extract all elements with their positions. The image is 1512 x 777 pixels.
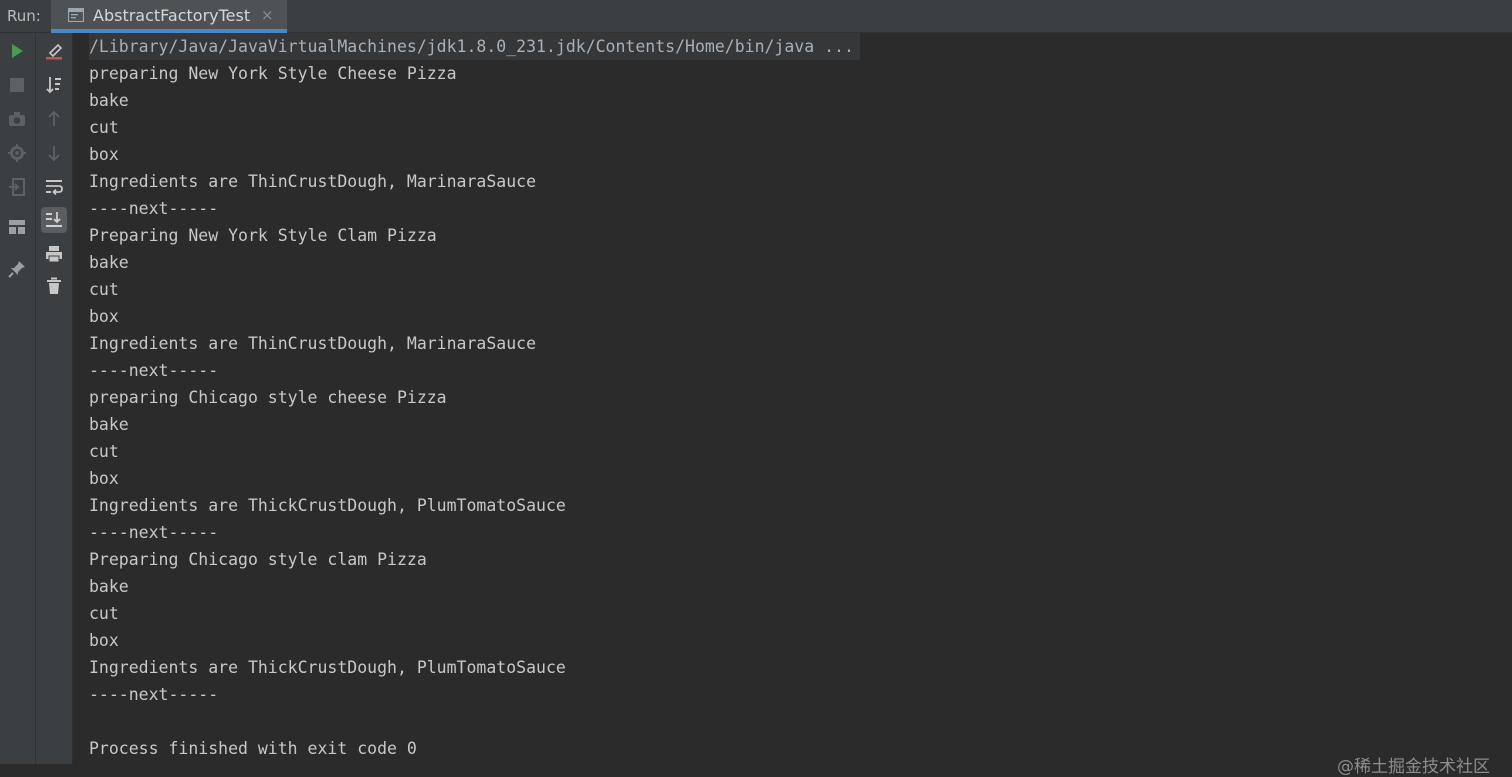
console-line: Ingredients are ThickCrustDough, PlumTom… — [89, 496, 566, 515]
sort-icon — [46, 77, 61, 94]
clear-all-button[interactable] — [41, 38, 67, 64]
delete-button[interactable] — [41, 273, 67, 299]
console-line: bake — [89, 253, 129, 272]
stop-icon — [10, 78, 24, 92]
stop-button[interactable] — [4, 72, 30, 98]
tab-title: AbstractFactoryTest — [93, 6, 251, 25]
print-icon — [46, 246, 62, 263]
close-icon[interactable]: × — [261, 6, 274, 24]
next-occurrence-button[interactable] — [41, 140, 67, 166]
exit-button[interactable] — [4, 174, 30, 200]
run-icon — [12, 44, 23, 58]
console-output[interactable]: /Library/Java/JavaVirtualMachines/jdk1.8… — [73, 33, 1512, 777]
soft-wrap-icon — [46, 180, 63, 195]
command-line: /Library/Java/JavaVirtualMachines/jdk1.8… — [89, 33, 860, 60]
clear-icon — [46, 43, 63, 60]
console-line: cut — [89, 118, 119, 137]
settings-icon — [8, 144, 26, 162]
console-line: box — [89, 145, 119, 164]
console-line: Preparing New York Style Clam Pizza — [89, 226, 437, 245]
dump-threads-button[interactable] — [4, 106, 30, 132]
print-button[interactable] — [41, 241, 67, 267]
console-line: Preparing Chicago style clam Pizza — [89, 550, 427, 569]
console-line: bake — [89, 415, 129, 434]
console-line: Ingredients are ThinCrustDough, Marinara… — [89, 334, 537, 353]
console-line: Process finished with exit code 0 — [89, 739, 417, 758]
console-line: bake — [89, 577, 129, 596]
soft-wrap-button[interactable] — [41, 174, 67, 200]
console-line: ----next----- — [89, 685, 219, 704]
watermark: @稀土掘金技术社区 — [1337, 757, 1490, 777]
pin-icon — [8, 261, 25, 278]
run-button[interactable] — [4, 38, 30, 64]
console-line: cut — [89, 442, 119, 461]
camera-icon — [9, 112, 25, 126]
console-line: preparing New York Style Cheese Pizza — [89, 64, 457, 83]
console-toolbar — [36, 33, 73, 764]
console-line: bake — [89, 91, 129, 110]
sort-button[interactable] — [41, 72, 67, 98]
console-line: ----next----- — [89, 361, 219, 380]
console-line: cut — [89, 604, 119, 623]
console-line: box — [89, 307, 119, 326]
console-line: box — [89, 469, 119, 488]
scroll-to-end-icon — [46, 212, 62, 227]
console-line: cut — [89, 280, 119, 299]
console-line: Ingredients are ThickCrustDough, PlumTom… — [89, 658, 566, 677]
previous-occurrence-button[interactable] — [41, 106, 67, 132]
console-line: ----next----- — [89, 199, 219, 218]
console-line: Ingredients are ThinCrustDough, Marinara… — [89, 172, 537, 191]
settings-button[interactable] — [4, 140, 30, 166]
up-arrow-icon — [48, 110, 60, 126]
trash-icon — [47, 277, 61, 294]
console-line: preparing Chicago style cheese Pizza — [89, 388, 447, 407]
console-line: box — [89, 631, 119, 650]
down-arrow-icon — [48, 146, 60, 162]
console-window-icon — [68, 8, 84, 22]
restore-layout-button[interactable] — [4, 214, 30, 240]
run-label: Run: — [7, 7, 41, 25]
exit-icon — [9, 178, 25, 196]
pin-tab-button[interactable] — [4, 256, 30, 282]
layout-icon — [9, 220, 25, 234]
run-toolbar — [0, 33, 36, 764]
run-tool-header: Run: AbstractFactoryTest × — [0, 0, 1512, 33]
scroll-to-end-button[interactable] — [41, 207, 67, 233]
console-line: ----next----- — [89, 523, 219, 542]
